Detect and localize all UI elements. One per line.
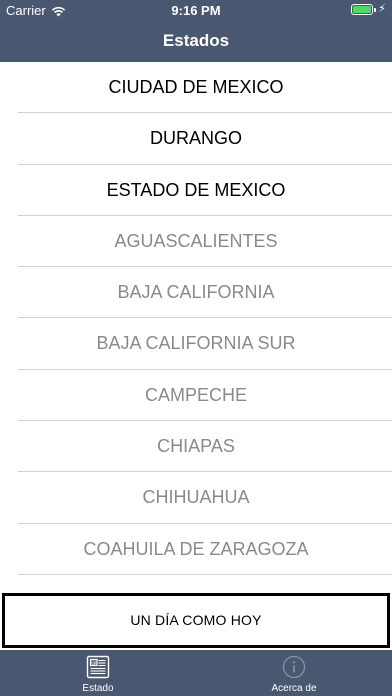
list-item-state[interactable]: CAMPECHE — [0, 370, 392, 422]
tab-label: Estado — [82, 683, 114, 694]
state-label: ESTADO DE MEXICO — [106, 179, 286, 200]
status-bar: Carrier 9:16 PM ⚡ — [0, 0, 392, 22]
un-dia-como-hoy-button[interactable]: UN DÍA COMO HOY — [2, 593, 390, 648]
state-label: AGUASCALIENTES — [114, 230, 278, 251]
list-item-state[interactable]: AGUASCALIENTES — [0, 216, 392, 268]
promo-label: UN DÍA COMO HOY — [130, 612, 262, 628]
state-label: CHIAPAS — [157, 436, 235, 457]
charging-icon: ⚡ — [378, 3, 386, 15]
list-item-state[interactable]: BAJA CALIFORNIA SUR — [0, 318, 392, 371]
battery-nub — [374, 8, 377, 12]
battery-full-icon — [351, 4, 377, 15]
list-item-state[interactable]: COAHUILA DE ZARAGOZA — [0, 524, 392, 576]
state-label: CHIHUAHUA — [142, 487, 250, 508]
list-item-state[interactable]: ESTADO DE MEXICO — [0, 165, 392, 217]
battery-indicator: ⚡ — [351, 4, 386, 15]
tab-acerca-de[interactable]: Acerca de — [196, 650, 392, 696]
info-icon — [282, 655, 306, 679]
tab-bar: @ Estado Acerca de — [0, 650, 392, 696]
list-item-state[interactable]: CHIAPAS — [0, 421, 392, 473]
status-time: 9:16 PM — [171, 3, 221, 18]
svg-text:@: @ — [91, 661, 97, 667]
states-list: CIUDAD DE MEXICO DURANGO ESTADO DE MEXIC… — [0, 62, 392, 590]
list-item-state[interactable]: BAJA CALIFORNIA — [0, 267, 392, 319]
navigation-header: Carrier 9:16 PM ⚡ Estados — [0, 0, 392, 62]
list-item-state[interactable]: DURANGO — [0, 113, 392, 165]
list-item-state[interactable]: CHIHUAHUA — [0, 472, 392, 524]
tab-estado[interactable]: @ Estado — [0, 650, 196, 696]
list-item-state[interactable]: CIUDAD DE MEXICO — [0, 62, 392, 114]
state-label: CAMPECHE — [144, 384, 247, 405]
state-label: CIUDAD DE MEXICO — [108, 77, 284, 97]
battery-level — [353, 6, 372, 13]
news-icon: @ — [86, 655, 110, 679]
state-label: BAJA CALIFORNIA — [117, 282, 275, 303]
tab-label: Acerca de — [271, 683, 317, 694]
page-title: Estados — [162, 31, 230, 50]
state-label: DURANGO — [149, 128, 242, 149]
state-label: BAJA CALIFORNIA SUR — [96, 333, 296, 354]
state-label: COAHUILA DE ZARAGOZA — [83, 538, 309, 559]
